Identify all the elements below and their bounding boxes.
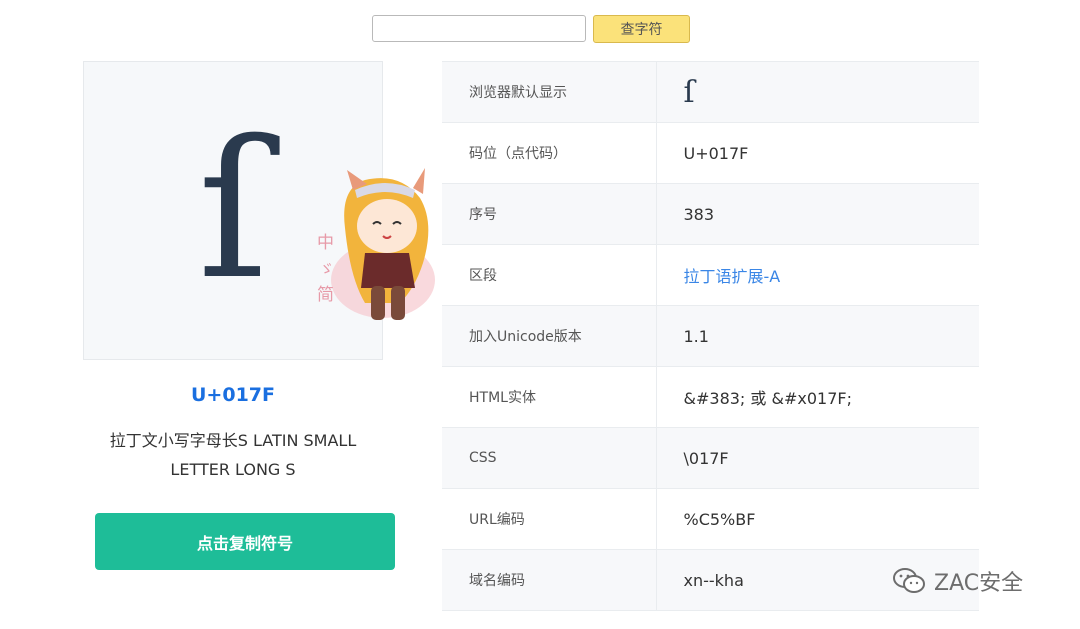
codepoint-title: U+017F xyxy=(191,384,275,406)
table-row: 加入Unicode版本 1.1 xyxy=(442,305,979,367)
row-label: 区段 xyxy=(442,244,657,306)
row-value: U+017F xyxy=(656,122,979,184)
watermark-text: ZAC安全 xyxy=(934,571,1024,596)
table-row: 区段 拉丁语扩展-A xyxy=(442,244,979,306)
copy-symbol-button[interactable]: 点击复制符号 xyxy=(95,513,395,570)
search-input[interactable] xyxy=(372,15,586,42)
block-link[interactable]: 拉丁语扩展-A xyxy=(656,244,979,306)
row-label: 域名编码 xyxy=(442,549,657,611)
table-row: 浏览器默认显示 ſ xyxy=(442,61,979,123)
row-value: \017F xyxy=(656,427,979,489)
row-label: URL编码 xyxy=(442,488,657,550)
row-label: HTML实体 xyxy=(442,366,657,428)
row-value: %C5%BF xyxy=(656,488,979,550)
wechat-watermark: ZAC安全 xyxy=(892,566,1023,596)
character-info-table: 浏览器默认显示 ſ 码位（点代码） U+017F 序号 383 区段 拉丁语扩展… xyxy=(442,61,979,611)
mascot-illustration: 中 ゞ 简 xyxy=(317,168,435,320)
character-name: 拉丁文小写字母长S LATIN SMALL LETTER LONG S xyxy=(109,431,357,479)
wechat-icon xyxy=(893,568,925,593)
row-label: 码位（点代码） xyxy=(442,122,657,184)
svg-text:ゞ: ゞ xyxy=(319,260,334,278)
row-value: 1.1 xyxy=(656,305,979,367)
svg-text:中: 中 xyxy=(317,233,334,253)
table-row: HTML实体 &#383; 或 &#x017F; xyxy=(442,366,979,428)
svg-text:简: 简 xyxy=(317,285,334,305)
table-row: URL编码 %C5%BF xyxy=(442,488,979,550)
search-button[interactable]: 查字符 xyxy=(593,15,690,43)
row-value: 383 xyxy=(656,183,979,245)
row-label: 浏览器默认显示 xyxy=(442,61,657,123)
table-row: 码位（点代码） U+017F xyxy=(442,122,979,184)
row-value: &#383; 或 &#x017F; xyxy=(656,366,979,428)
row-label: 加入Unicode版本 xyxy=(442,305,657,367)
row-value: ſ xyxy=(656,61,979,123)
table-row: 序号 383 xyxy=(442,183,979,245)
table-row: CSS \017F xyxy=(442,427,979,489)
row-label: 序号 xyxy=(442,183,657,245)
row-label: CSS xyxy=(442,427,657,489)
